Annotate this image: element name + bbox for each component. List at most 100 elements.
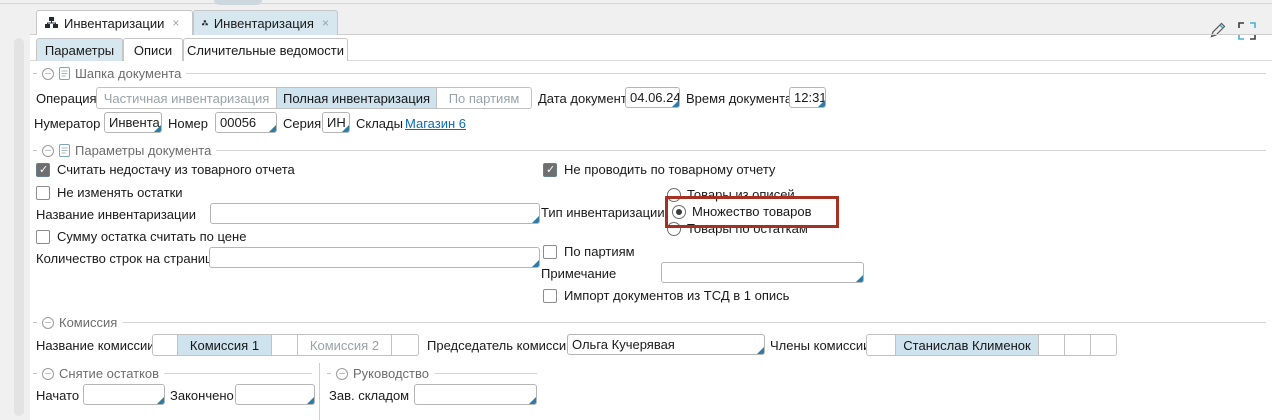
checkbox-by-batches[interactable]: По партиям bbox=[543, 244, 635, 260]
close-icon[interactable]: × bbox=[322, 16, 329, 30]
doc-tab-inventory[interactable]: Инвентаризация × bbox=[193, 10, 338, 35]
group-title: Комиссия bbox=[59, 315, 117, 330]
group-stock-taking: Снятие остатков bbox=[33, 366, 312, 381]
checkbox-no-change-stock[interactable]: Не изменять остатки bbox=[36, 185, 183, 201]
started-label: Начато bbox=[36, 388, 79, 404]
doc-tab-label: Инвентаризация bbox=[214, 16, 314, 31]
group-management: Руководство bbox=[327, 366, 537, 381]
checkbox-icon bbox=[543, 289, 557, 303]
number-field[interactable]: 00056 bbox=[215, 112, 277, 133]
group-dash bbox=[33, 322, 37, 323]
collapse-icon[interactable] bbox=[42, 317, 54, 329]
warehouse-head-field[interactable] bbox=[414, 384, 537, 405]
member-option-1[interactable]: Станислав Клименок bbox=[896, 334, 1039, 356]
group-line bbox=[434, 373, 537, 374]
commission-option-1[interactable]: Комиссия 1 bbox=[178, 334, 272, 356]
checkbox-icon bbox=[36, 230, 50, 244]
annotation-highlight-box bbox=[665, 196, 839, 228]
tab-label: Параметры bbox=[45, 43, 114, 58]
operation-label: Операция bbox=[36, 91, 97, 107]
checkbox-label: По партиям bbox=[564, 244, 635, 260]
left-scrollbar[interactable] bbox=[14, 38, 24, 416]
operation-option-partial[interactable]: Частичная инвентаризация bbox=[96, 87, 277, 109]
commission-cell-blank[interactable] bbox=[152, 334, 178, 356]
numerator-label: Нумератор bbox=[34, 116, 100, 132]
time-field[interactable]: 12:31 bbox=[789, 87, 826, 108]
commission-option-2[interactable]: Комиссия 2 bbox=[298, 334, 392, 356]
checkbox-no-goods-report[interactable]: Не проводить по товарному отчету bbox=[543, 162, 775, 178]
date-field[interactable]: 04.06.24 bbox=[625, 87, 680, 108]
doc-tab-inventories[interactable]: Инвентаризации × bbox=[36, 10, 193, 35]
tab-inventories-list[interactable]: Описи bbox=[123, 38, 183, 61]
checkbox-label: Не проводить по товарному отчету bbox=[564, 162, 775, 178]
org-chart-icon bbox=[202, 17, 208, 29]
member-cell-blank[interactable] bbox=[866, 334, 896, 356]
group-line bbox=[122, 322, 1266, 323]
tab-statements[interactable]: Сличительные ведомости bbox=[183, 38, 348, 61]
finished-field[interactable] bbox=[235, 384, 315, 405]
commission-name-label: Название комиссии bbox=[36, 338, 155, 354]
member-cell-blank[interactable] bbox=[1065, 334, 1091, 356]
app-canvas: Инвентаризации × Инвентаризация × Параме… bbox=[0, 0, 1272, 420]
rows-per-page-field[interactable] bbox=[209, 247, 540, 268]
org-chart-icon bbox=[45, 17, 58, 29]
date-label: Дата документа bbox=[538, 91, 634, 107]
group-title: Снятие остатков bbox=[59, 366, 159, 381]
commission-segmented-control: Комиссия 1 Комиссия 2 bbox=[152, 334, 419, 356]
checkbox-icon bbox=[36, 186, 50, 200]
checkbox-label: Считать недостачу из товарного отчета bbox=[57, 162, 295, 178]
toolbar-button-remnant bbox=[214, 0, 262, 5]
number-label: Номер bbox=[168, 116, 208, 132]
operation-option-batches[interactable]: По партиям bbox=[437, 87, 532, 109]
member-cell-blank[interactable] bbox=[1091, 334, 1117, 356]
group-dash bbox=[33, 373, 37, 374]
member-cell-blank[interactable] bbox=[1039, 334, 1065, 356]
edit-pencil-icon[interactable] bbox=[1208, 20, 1228, 43]
top-divider bbox=[0, 3, 1272, 4]
inventory-name-field[interactable] bbox=[210, 203, 540, 224]
collapse-icon[interactable] bbox=[42, 368, 54, 380]
group-dash bbox=[33, 73, 37, 74]
group-commission: Комиссия bbox=[33, 315, 1266, 330]
warehouse-head-label: Зав. складом bbox=[329, 388, 409, 404]
series-field[interactable]: ИН bbox=[322, 112, 350, 133]
collapse-icon[interactable] bbox=[42, 68, 54, 80]
group-dash bbox=[33, 150, 37, 151]
checkbox-label: Импорт документов из ТСД в 1 опись bbox=[564, 288, 789, 304]
started-field[interactable] bbox=[83, 384, 165, 405]
fullscreen-icon[interactable] bbox=[1238, 22, 1256, 43]
close-icon[interactable]: × bbox=[172, 16, 179, 30]
checkbox-import-tsd[interactable]: Импорт документов из ТСД в 1 опись bbox=[543, 288, 789, 304]
series-label: Серия bbox=[283, 116, 321, 132]
tab-label: Описи bbox=[134, 43, 172, 58]
note-label: Примечание bbox=[541, 266, 616, 282]
commission-cell-blank[interactable] bbox=[272, 334, 298, 356]
section-divider bbox=[319, 363, 320, 420]
members-label: Члены комиссии bbox=[770, 338, 870, 354]
group-title: Шапка документа bbox=[75, 66, 181, 81]
doc-tab-label: Инвентаризации bbox=[64, 16, 164, 31]
warehouse-link[interactable]: Магазин 6 bbox=[405, 116, 466, 131]
collapse-icon[interactable] bbox=[336, 368, 348, 380]
chairman-field[interactable]: Ольга Кучерявая bbox=[567, 334, 765, 355]
tab-parameters[interactable]: Параметры bbox=[36, 38, 123, 61]
time-label: Время документа bbox=[686, 91, 792, 107]
numerator-field[interactable]: Инвента bbox=[104, 112, 162, 133]
group-dash bbox=[327, 373, 331, 374]
finished-label: Закончено bbox=[170, 388, 234, 404]
rows-per-page-label: Количество строк на страницу bbox=[36, 251, 219, 267]
checkbox-count-shortage[interactable]: Считать недостачу из товарного отчета bbox=[36, 162, 295, 178]
inventory-name-label: Название инвентаризации bbox=[36, 207, 196, 223]
group-doc-params: Параметры документа bbox=[33, 143, 1266, 158]
operation-option-full[interactable]: Полная инвентаризация bbox=[277, 87, 437, 109]
checkbox-label: Не изменять остатки bbox=[57, 185, 183, 201]
checkbox-sum-by-price[interactable]: Сумму остатка считать по цене bbox=[36, 229, 246, 245]
commission-cell-blank[interactable] bbox=[392, 334, 419, 356]
warehouses-label: Склады bbox=[356, 116, 403, 132]
group-doc-header: Шапка документа bbox=[33, 66, 1266, 81]
collapse-icon[interactable] bbox=[42, 145, 54, 157]
tab-label: Сличительные ведомости bbox=[187, 43, 344, 58]
document-icon bbox=[59, 144, 70, 157]
note-field[interactable] bbox=[661, 262, 864, 283]
checkbox-label: Сумму остатка считать по цене bbox=[57, 229, 246, 245]
